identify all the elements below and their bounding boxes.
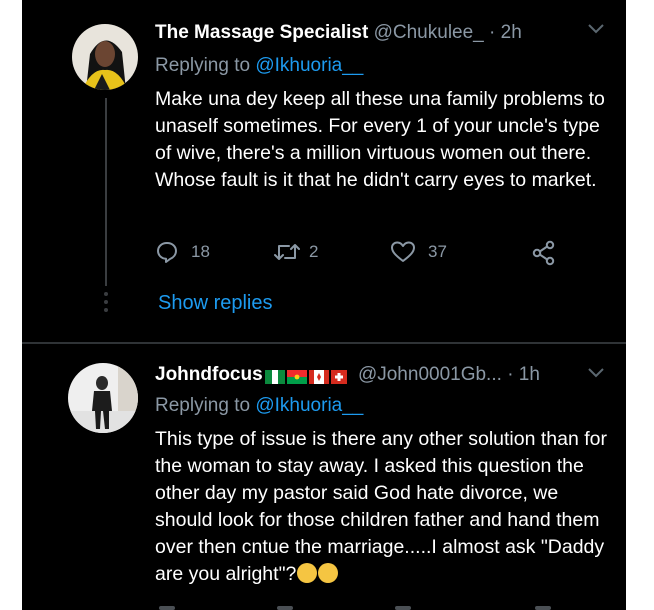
person-facepalming-emoji-icon [318,563,339,583]
flag-emojis [264,364,353,386]
timeline: The Massage Specialist @Chukulee_ · 2h R… [22,0,626,610]
replying-to: Replying to @Ikhuoria__ [155,55,363,77]
display-name[interactable]: The Massage Specialist [155,22,368,43]
tweet-text-content: This type of issue is there any other so… [155,428,607,585]
like-count: 37 [428,242,447,261]
retweet-icon[interactable] [277,606,293,610]
retweet-icon [274,244,300,260]
retweet-count: 2 [309,242,319,261]
show-replies-link[interactable]: Show replies [158,292,273,315]
handle[interactable]: @John0001Gb... [358,364,502,385]
display-name[interactable]: Johndfocus [155,364,263,385]
share-icon [532,240,555,266]
person-shrugging-emoji-icon [297,563,318,583]
reply-icon[interactable] [159,606,175,610]
reply-icon [157,242,177,263]
heart-icon [391,241,415,262]
replying-prefix: Replying to [155,395,251,416]
chevron-down-icon[interactable] [588,368,604,378]
heart-icon[interactable] [395,606,411,610]
thread-dots [104,292,108,316]
replying-prefix: Replying to [155,55,251,76]
burkina-faso-flag-icon [286,368,307,384]
mention-link[interactable]: @Ikhuoria__ [255,55,363,76]
tweet[interactable]: The Massage Specialist @Chukulee_ · 2h R… [22,0,626,342]
share-icon[interactable] [535,606,551,610]
timestamp[interactable]: · 1h [507,364,540,385]
replying-to: Replying to @Ikhuoria__ [155,395,363,417]
tweet-actions-partial [155,600,575,610]
handle[interactable]: @Chukulee_ [374,22,484,43]
tweet-text: Make una dey keep all these una family p… [155,88,605,191]
avatar[interactable] [68,363,138,433]
timestamp[interactable]: · 2h [489,22,522,43]
tweet-header: The Massage Specialist @Chukulee_ · 2h [155,22,522,44]
tweet-actions: 18 2 37 [155,240,575,268]
chevron-down-icon[interactable] [588,24,604,34]
tweet[interactable]: Johndfocus @John0001Gb... · 1h Replying … [22,344,626,610]
tweet-text: This type of issue is there any other so… [155,426,615,588]
thread-line [105,98,107,286]
reply-count: 18 [191,242,210,261]
reply-button[interactable]: 18 [155,240,210,264]
avatar[interactable] [72,24,138,90]
tweet-header: Johndfocus @John0001Gb... · 1h [155,364,540,386]
nigeria-flag-icon [264,368,285,384]
like-button[interactable]: 37 [390,240,447,264]
mention-link[interactable]: @Ikhuoria__ [255,395,363,416]
share-button[interactable] [531,240,557,266]
retweet-button[interactable]: 2 [273,240,318,264]
switzerland-flag-icon [330,368,351,384]
canada-flag-icon [308,368,329,384]
